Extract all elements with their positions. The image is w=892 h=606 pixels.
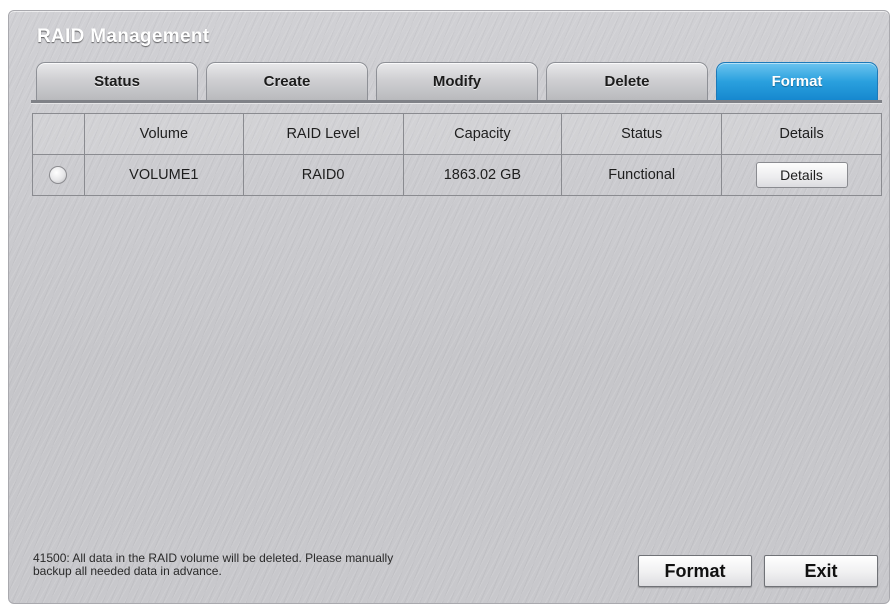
volume-table: Volume RAID Level Capacity Status Detail…	[32, 113, 882, 196]
tab-delete[interactable]: Delete	[546, 62, 708, 100]
exit-button[interactable]: Exit	[764, 555, 878, 587]
header-select	[32, 113, 85, 155]
header-details: Details	[721, 113, 882, 155]
header-raid-level: RAID Level	[242, 113, 404, 155]
table-row[interactable]: VOLUME1 RAID0 1863.02 GB Functional Deta…	[32, 154, 882, 196]
tab-format[interactable]: Format	[716, 62, 878, 100]
tab-create[interactable]: Create	[206, 62, 368, 100]
window-title: RAID Management	[37, 26, 210, 47]
table-header-row: Volume RAID Level Capacity Status Detail…	[32, 113, 882, 155]
cell-volume: VOLUME1	[83, 154, 244, 196]
cell-raid-level: RAID0	[242, 154, 404, 196]
warning-message: 41500: All data in the RAID volume will …	[33, 552, 493, 578]
tab-status[interactable]: Status	[36, 62, 198, 100]
header-capacity: Capacity	[402, 113, 563, 155]
header-status: Status	[561, 113, 723, 155]
tab-modify[interactable]: Modify	[376, 62, 538, 100]
details-button[interactable]: Details	[755, 162, 848, 188]
cell-status: Functional	[561, 154, 723, 196]
warning-message-line-2: backup all needed data in advance.	[33, 564, 222, 578]
cell-details: Details	[721, 154, 882, 196]
volume-radio-button[interactable]	[49, 166, 68, 184]
header-volume: Volume	[83, 113, 244, 155]
format-button[interactable]: Format	[638, 555, 752, 587]
row-select-cell	[32, 154, 85, 196]
cell-capacity: 1863.02 GB	[402, 154, 563, 196]
tab-bar-divider	[31, 100, 882, 104]
